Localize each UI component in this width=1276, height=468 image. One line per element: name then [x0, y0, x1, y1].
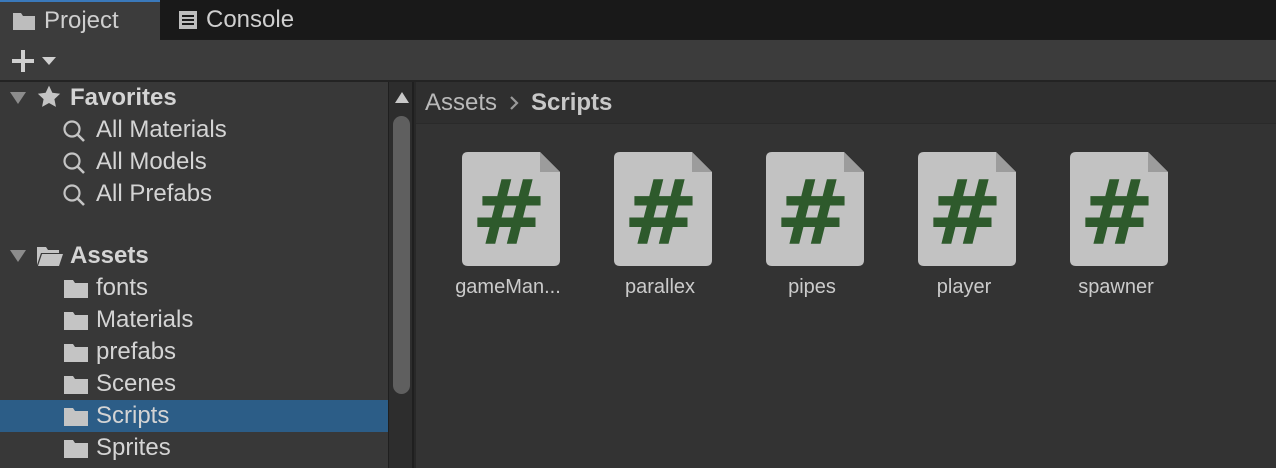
folder-icon	[63, 342, 89, 364]
asset-item-pipes[interactable]: # pipes	[742, 152, 882, 302]
folder-icon	[63, 374, 89, 396]
expand-arrow-icon[interactable]	[10, 92, 26, 104]
folder-item-label: Scenes	[96, 370, 177, 397]
asset-name: parallex	[624, 276, 696, 298]
asset-item-player[interactable]: # player	[894, 152, 1034, 302]
favorite-item-all-materials[interactable]: All Materials	[0, 114, 388, 146]
favorite-item-label: All Prefabs	[96, 180, 213, 207]
search-icon	[62, 183, 88, 209]
folder-item-materials[interactable]: Materials	[0, 304, 388, 336]
favorite-item-label: All Models	[96, 148, 207, 175]
search-icon	[62, 151, 88, 177]
search-icon	[62, 119, 88, 145]
folder-item-label: Scripts	[96, 402, 170, 429]
chevron-right-icon	[509, 95, 519, 111]
folder-item-scripts[interactable]: Scripts	[0, 400, 388, 432]
assets-label: Assets	[70, 242, 149, 269]
breadcrumb-current[interactable]: Scripts	[531, 89, 612, 117]
caret-down-icon	[42, 56, 56, 66]
scroll-thumb[interactable]	[393, 116, 410, 394]
folder-icon	[63, 406, 89, 428]
favorite-item-all-prefabs[interactable]: All Prefabs	[0, 178, 388, 210]
folder-icon	[63, 310, 89, 332]
svg-text:#: #	[471, 161, 546, 266]
plus-icon	[10, 48, 36, 74]
scroll-up-arrow-icon[interactable]	[395, 92, 409, 103]
favorite-item-label: All Materials	[96, 116, 227, 143]
asset-name: pipes	[788, 276, 836, 298]
asset-browser: Assets Scripts # gameMan... # parallex #…	[416, 82, 1276, 468]
open-folder-icon	[36, 244, 64, 268]
asset-name: spawner	[1078, 276, 1154, 298]
folder-item-sprites[interactable]: Sprites	[0, 432, 388, 464]
svg-text:#: #	[623, 161, 698, 266]
csharp-script-icon: #	[1070, 152, 1168, 266]
svg-text:#: #	[1079, 161, 1154, 266]
tab-project[interactable]: Project	[0, 0, 160, 40]
tree-scrollbar[interactable]	[388, 82, 414, 468]
console-icon	[178, 10, 198, 30]
folder-item-label: fonts	[96, 274, 149, 301]
csharp-script-icon: #	[614, 152, 712, 266]
project-toolbar	[0, 40, 1276, 82]
tab-console[interactable]: Console	[162, 0, 322, 40]
folder-icon	[63, 278, 89, 300]
star-icon	[36, 84, 62, 110]
tab-console-label: Console	[206, 6, 295, 33]
folder-item-scenes[interactable]: Scenes	[0, 368, 388, 400]
breadcrumb-assets[interactable]: Assets	[425, 89, 497, 117]
svg-text:#: #	[775, 161, 850, 266]
csharp-script-icon: #	[918, 152, 1016, 266]
asset-grid: # gameMan... # parallex # pipes # player…	[416, 124, 1276, 468]
asset-item-parallex[interactable]: # parallex	[590, 152, 730, 302]
assets-header[interactable]: Assets	[0, 240, 388, 272]
favorites-label: Favorites	[70, 84, 177, 111]
folder-item-fonts[interactable]: fonts	[0, 272, 388, 304]
asset-item-gameman[interactable]: # gameMan...	[438, 152, 578, 302]
folder-item-label: prefabs	[96, 338, 177, 365]
csharp-script-icon: #	[766, 152, 864, 266]
asset-name: gameMan...	[455, 276, 561, 298]
folder-item-label: Materials	[96, 306, 194, 333]
folder-icon	[12, 11, 36, 31]
favorite-item-all-models[interactable]: All Models	[0, 146, 388, 178]
folder-tree: Favorites All Materials All Models All P…	[0, 82, 388, 468]
breadcrumb: Assets Scripts	[416, 82, 1276, 124]
folder-item-prefabs[interactable]: prefabs	[0, 336, 388, 368]
folder-item-label: Sprites	[96, 434, 171, 461]
folder-icon	[63, 438, 89, 460]
svg-text:#: #	[927, 161, 1002, 266]
csharp-script-icon: #	[462, 152, 560, 266]
tab-bar: Project Console	[0, 0, 1276, 40]
create-asset-button[interactable]	[10, 46, 66, 76]
expand-arrow-icon[interactable]	[10, 250, 26, 262]
asset-item-spawner[interactable]: # spawner	[1046, 152, 1186, 302]
favorites-header[interactable]: Favorites	[0, 82, 388, 114]
tab-project-label: Project	[44, 7, 119, 34]
asset-name: player	[936, 276, 992, 298]
